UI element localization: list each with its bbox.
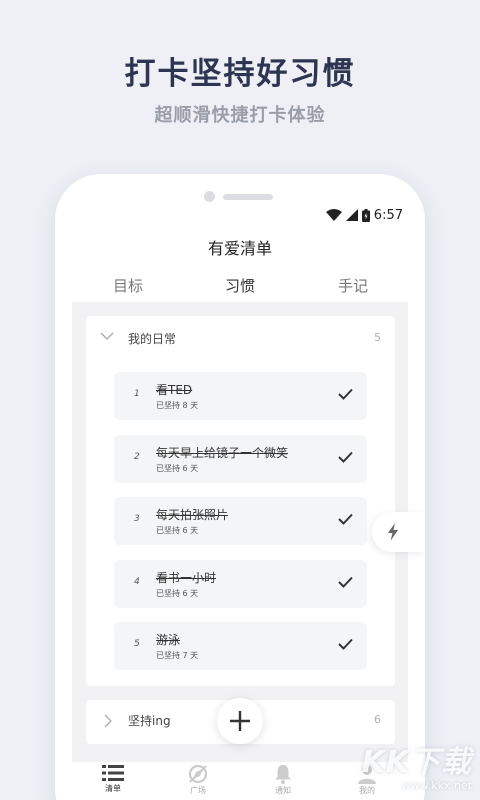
- group-count: 5: [374, 331, 381, 344]
- promo-subline: 超顺滑快捷打卡体验: [154, 105, 326, 126]
- watermark-url: www.kkx.net: [401, 779, 472, 792]
- habit-group-daily: 我的日常 5 1 看TED 已坚持 8 天 2 每天早上给镜子一个微笑 已坚持 …: [86, 316, 395, 686]
- list-icon: [102, 765, 124, 781]
- phone-frame: 6:57 有爱清单 目标 习惯 手记 我的日常 5 1 看TED 已坚持 8 天: [55, 174, 425, 800]
- bell-icon: [275, 765, 291, 784]
- check-icon[interactable]: [338, 513, 353, 525]
- status-time: 6:57: [373, 207, 403, 223]
- habit-name: 看TED: [156, 383, 193, 397]
- add-button[interactable]: [217, 698, 263, 744]
- group-count: 6: [374, 713, 381, 726]
- nav-square[interactable]: 广场: [173, 764, 223, 796]
- habit-index: 2: [134, 452, 140, 462]
- chevron-right-icon: [104, 714, 112, 728]
- habit-name: 每天拍张照片: [156, 508, 229, 522]
- check-icon[interactable]: [338, 388, 353, 400]
- quick-action-tab[interactable]: [372, 512, 425, 552]
- habit-streak: 已坚持 6 天: [156, 464, 199, 473]
- watermark: KK下载 www.kkx.net: [361, 745, 473, 793]
- app-title: 有爱清单: [207, 239, 272, 258]
- check-icon[interactable]: [338, 451, 353, 463]
- habit-index: 5: [134, 639, 140, 649]
- habit-streak: 已坚持 6 天: [156, 589, 199, 598]
- watermark-brand: KK下载: [361, 745, 472, 780]
- habit-index: 3: [134, 514, 140, 524]
- habit-index: 4: [134, 577, 140, 587]
- habit-streak: 已坚持 8 天: [156, 401, 199, 410]
- plus-icon: [230, 711, 250, 731]
- lightning-icon: [388, 523, 398, 541]
- habit-index: 1: [134, 389, 140, 399]
- tab-goals[interactable]: 目标: [98, 275, 158, 296]
- check-icon[interactable]: [338, 576, 353, 588]
- tab-bar: 目标 习惯 手记: [55, 275, 425, 304]
- nav-label: 清单: [105, 784, 121, 793]
- habit-name: 每天早上给镜子一个微笑: [156, 446, 289, 460]
- check-icon[interactable]: [338, 638, 353, 650]
- habit-item[interactable]: 1 看TED 已坚持 8 天: [114, 372, 367, 420]
- status-bar: 6:57: [325, 206, 403, 224]
- promo-headline: 打卡坚持好习惯: [124, 56, 356, 92]
- nav-notifications[interactable]: 通知: [258, 764, 308, 796]
- group-name: 我的日常: [128, 332, 177, 346]
- nav-list[interactable]: 清单: [88, 764, 138, 794]
- chevron-down-icon: [100, 332, 114, 340]
- camera-dot: [204, 191, 215, 202]
- tab-habits[interactable]: 习惯: [210, 275, 270, 304]
- signal-icon: [345, 209, 358, 221]
- habit-name: 游泳: [156, 633, 181, 647]
- habit-item[interactable]: 3 每天拍张照片 已坚持 6 天: [114, 497, 367, 545]
- battery-icon: [361, 208, 370, 222]
- nav-label: 广场: [190, 786, 206, 795]
- wifi-icon: [325, 209, 342, 221]
- habit-name: 看书一小时: [156, 571, 217, 585]
- habit-streak: 已坚持 7 天: [156, 651, 199, 660]
- habit-item[interactable]: 5 游泳 已坚持 7 天: [114, 622, 367, 670]
- speaker-slot: [223, 194, 273, 200]
- group-header[interactable]: 我的日常 5: [86, 316, 395, 360]
- nav-label: 通知: [275, 786, 291, 795]
- tab-notes[interactable]: 手记: [323, 275, 383, 296]
- habit-item[interactable]: 2 每天早上给镜子一个微笑 已坚持 6 天: [114, 435, 367, 483]
- group-name: 坚持ing: [128, 714, 171, 728]
- habit-item[interactable]: 4 看书一小时 已坚持 6 天: [114, 560, 367, 608]
- compass-icon: [188, 764, 208, 784]
- habit-streak: 已坚持 6 天: [156, 526, 199, 535]
